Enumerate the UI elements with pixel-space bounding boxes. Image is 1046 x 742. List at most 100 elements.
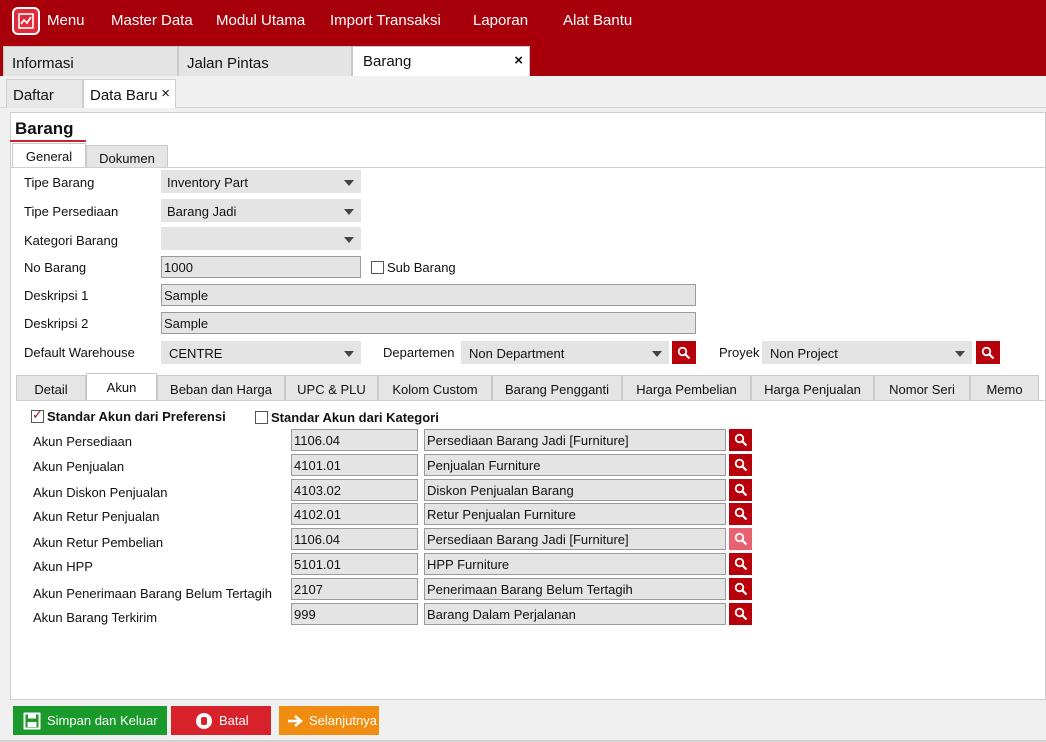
page-title: Barang [15,119,74,138]
search-icon [734,582,747,596]
tipe-barang-label: Tipe Barang [24,175,95,190]
tab-harga-penjualan[interactable]: Harga Penjualan [751,375,874,400]
tab-daftar[interactable]: Daftar [6,79,83,108]
tab-jalan-pintas[interactable]: Jalan Pintas [178,46,352,76]
tab-detail[interactable]: Detail [16,375,86,400]
akun-name-field: Retur Penjualan Furniture [424,503,726,525]
select-value: Non Project [770,346,838,361]
tab-memo[interactable]: Memo [970,375,1039,400]
kategori-barang-label: Kategori Barang [24,233,118,248]
akun-row-label: Akun HPP [33,559,93,574]
akun-row-label: Akun Penerimaan Barang Belum Tertagih [33,586,272,601]
tab-informasi[interactable]: Informasi [3,46,178,76]
no-barang-label: No Barang [24,260,87,275]
tab-upc-plu[interactable]: UPC & PLU [285,375,378,400]
deskripsi1-label: Deskripsi 1 [24,288,89,303]
akun-row-label: Akun Penjualan [33,459,125,474]
akun-name-field: Diskon Penjualan Barang [424,479,726,501]
akun-search-button[interactable] [729,454,752,476]
kategori-barang-select[interactable] [161,227,361,250]
akun-search-button[interactable] [729,503,752,525]
arrow-right-icon [287,714,303,728]
tipe-barang-select[interactable]: Inventory Part [161,170,361,193]
menu-menu[interactable]: Menu [47,12,85,29]
tab-dokumen[interactable]: Dokumen [86,145,168,168]
menu-alat-bantu[interactable]: Alat Bantu [563,12,632,29]
main-tab-row: Informasi Jalan Pintas Barang × [0,42,1046,76]
no-barang-input[interactable]: 1000 [161,256,361,278]
deskripsi2-input[interactable]: Sample [161,312,696,334]
save-button-label: Simpan dan Keluar [47,713,158,728]
tab-data-baru[interactable]: Data Baru × [83,79,176,108]
sub-barang-label: Sub Barang [387,260,456,275]
title-underline [10,140,86,142]
departemen-select[interactable]: Non Department [461,341,669,364]
save-and-exit-button[interactable]: Simpan dan Keluar [13,706,167,735]
deskripsi2-label: Deskripsi 2 [24,316,89,331]
deskripsi1-input[interactable]: Sample [161,284,696,306]
tab-label: Barang [363,53,412,70]
top-menu-bar: Menu Master Data Modul Utama Import Tran… [0,0,1046,42]
akun-search-button[interactable] [729,528,752,550]
akun-code-input[interactable]: 5101.01 [291,553,418,575]
stop-hand-icon [195,712,213,730]
proyek-select[interactable]: Non Project [762,341,972,364]
chevron-down-icon [344,351,354,357]
divider [16,400,1046,401]
cancel-button[interactable]: Batal [171,706,271,735]
akun-search-button[interactable] [729,603,752,625]
akun-code-input[interactable]: 999 [291,603,418,625]
akun-name-field: Penerimaan Barang Belum Tertagih [424,578,726,600]
akun-code-input[interactable]: 1106.04 [291,429,418,451]
akun-code-input[interactable]: 4101.01 [291,454,418,476]
akun-name-field: Persediaan Barang Jadi [Furniture] [424,429,726,451]
proyek-label: Proyek [719,345,760,360]
akun-code-input[interactable]: 4102.01 [291,503,418,525]
tab-kolom-custom[interactable]: Kolom Custom [378,375,492,400]
menu-master-data[interactable]: Master Data [111,12,193,29]
akun-search-button[interactable] [729,553,752,575]
default-warehouse-label: Default Warehouse [24,345,135,360]
sub-tab-row: Daftar Data Baru × [0,76,1046,108]
tab-barang-pengganti[interactable]: Barang Pengganti [492,375,622,400]
akun-search-button[interactable] [729,578,752,600]
std-preferensi-label: Standar Akun dari Preferensi [47,409,226,424]
next-button[interactable]: Selanjutnya [279,706,379,735]
akun-code-input[interactable]: 1106.04 [291,528,418,550]
akun-row-label: Akun Persediaan [33,434,133,449]
sub-barang-checkbox[interactable] [371,261,384,274]
menu-import-transaksi[interactable]: Import Transaksi [330,12,441,29]
akun-code-input[interactable]: 2107 [291,578,418,600]
search-icon [734,483,747,497]
akun-search-button[interactable] [729,479,752,501]
tab-barang[interactable]: Barang × [352,46,530,76]
proyek-search-button[interactable] [976,341,1000,364]
tab-label: Daftar [13,87,54,104]
akun-search-button[interactable] [729,429,752,451]
tipe-persediaan-select[interactable]: Barang Jadi [161,199,361,222]
menu-modul-utama[interactable]: Modul Utama [216,12,305,29]
search-icon [734,433,747,447]
search-icon [734,607,747,621]
departemen-label: Departemen [383,345,455,360]
select-value: Non Department [469,346,565,361]
tab-general[interactable]: General [12,143,86,168]
default-warehouse-select[interactable]: CENTRE [161,341,361,364]
tab-label: Informasi [12,55,74,72]
departemen-search-button[interactable] [672,341,696,364]
tab-nomor-seri[interactable]: Nomor Seri [874,375,970,400]
tab-harga-pembelian[interactable]: Harga Pembelian [622,375,751,400]
tab-beban-dan-harga[interactable]: Beban dan Harga [157,375,285,400]
divider [10,167,1046,168]
close-icon[interactable]: × [161,85,170,102]
close-icon[interactable]: × [514,52,523,69]
std-preferensi-checkbox[interactable] [31,407,44,423]
menu-laporan[interactable]: Laporan [473,12,528,29]
std-kategori-checkbox[interactable] [255,411,268,424]
akun-code-input[interactable]: 4103.02 [291,479,418,501]
chevron-down-icon [652,351,662,357]
select-value: Barang Jadi [167,204,237,219]
search-icon [734,532,747,546]
app-logo-icon[interactable] [12,7,40,35]
tab-akun[interactable]: Akun [86,373,157,401]
